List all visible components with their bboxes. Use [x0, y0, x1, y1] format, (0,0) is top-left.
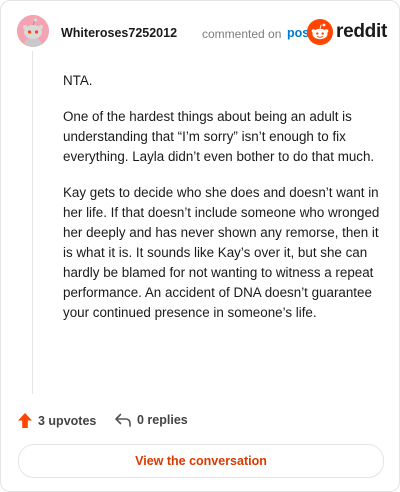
snoo-avatar-icon	[17, 15, 49, 47]
reddit-alien-icon	[307, 19, 333, 45]
view-conversation-button[interactable]: View the conversation	[18, 444, 384, 478]
comment-body: NTA. One of the hardest things about bei…	[63, 71, 383, 339]
embedded-comment-card: Whiteroses7252012 commented on post redd…	[0, 0, 400, 492]
upvote-count: 3 upvotes	[38, 413, 97, 428]
comment-paragraph: NTA.	[63, 73, 93, 88]
replies-button[interactable]: 0 replies	[114, 412, 188, 428]
reddit-wordmark: reddit	[336, 21, 387, 42]
comment-paragraph: One of the hardest things about being an…	[63, 109, 375, 164]
comment-header: Whiteroses7252012 commented on post redd…	[17, 15, 387, 51]
thread-line	[32, 51, 33, 394]
upvote-button[interactable]: 3 upvotes	[17, 412, 96, 429]
comment-actions: 3 upvotes 0 replies	[17, 411, 317, 431]
commented-on-text: commented on	[202, 27, 282, 41]
upvote-arrow-icon	[18, 413, 32, 428]
comment-author[interactable]: Whiteroses7252012	[61, 26, 177, 40]
replies-count: 0 replies	[137, 413, 188, 427]
user-avatar[interactable]	[17, 15, 49, 47]
comment-paragraph: Kay gets to decide who she does and does…	[63, 185, 380, 320]
reply-arrow-icon	[115, 413, 131, 427]
reddit-logo[interactable]: reddit	[307, 19, 387, 45]
